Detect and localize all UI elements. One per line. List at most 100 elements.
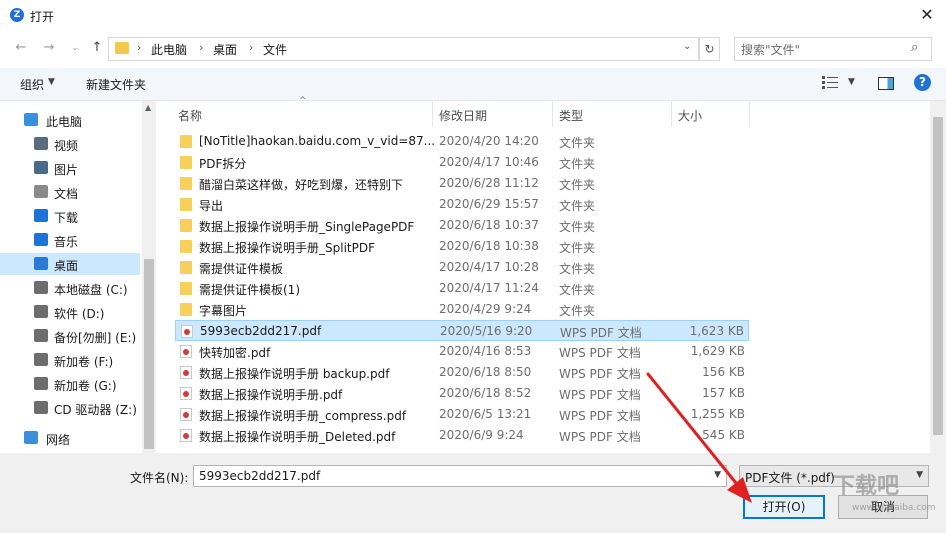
dialog-footer: 文件名(N): 5993ecb2dd217.pdf ▼ PDF文件 (*.pdf… (0, 453, 946, 533)
drive-icon (34, 305, 48, 318)
view-options-icon[interactable] (822, 76, 838, 89)
sidebar-item[interactable]: 网络 (0, 427, 140, 449)
help-icon[interactable]: ? (914, 74, 931, 91)
sidebar-item[interactable]: 新加卷 (F:) (0, 349, 140, 371)
sidebar-item[interactable]: 下载 (0, 205, 140, 227)
breadcrumb-separator-icon: › (199, 41, 204, 54)
breadcrumb-separator-icon: › (137, 41, 142, 54)
new-folder-button[interactable]: 新建文件夹 (86, 76, 146, 93)
sidebar-item[interactable]: 文档 (0, 181, 140, 203)
sidebar-item[interactable]: 视频 (0, 133, 140, 155)
address-bar[interactable]: › 此电脑 › 桌面 › 文件 ⌄ (108, 37, 699, 61)
sidebar-item-label: 新加卷 (F:) (54, 355, 114, 369)
column-divider[interactable] (432, 101, 433, 127)
pdf-file-icon (180, 387, 192, 400)
file-row[interactable]: 导出 2020/6/29 15:57 文件夹 (175, 194, 749, 215)
column-header-size[interactable]: 大小 (678, 107, 702, 124)
file-name: 数据上报操作说明手册 backup.pdf (199, 367, 390, 381)
file-name: 5993ecb2dd217.pdf (200, 324, 322, 338)
scrollbar-thumb[interactable] (933, 117, 943, 435)
watermark-logo: 下载吧 (833, 474, 900, 499)
video-icon (34, 137, 48, 150)
search-box[interactable]: 搜索"文件" ⌕ (734, 37, 932, 61)
cd-drive-icon (34, 401, 48, 414)
file-row[interactable]: 数据上报操作说明手册_SinglePagePDF 2020/6/18 10:37 文… (175, 215, 749, 236)
navigation-scrollbar[interactable]: ▲ (142, 101, 156, 453)
sidebar-item[interactable]: CD 驱动器 (Z:) (0, 397, 140, 419)
breadcrumb-this-pc[interactable]: 此电脑 (151, 41, 187, 58)
file-name: 醋溜白菜这样做，好吃到爆，还特别下 (199, 178, 404, 192)
file-size: 545 KB (702, 428, 745, 442)
search-icon[interactable]: ⌕ (911, 40, 918, 55)
column-divider[interactable] (552, 101, 553, 127)
file-name: 数据上报操作说明手册_Deleted.pdf (199, 430, 396, 444)
file-date: 2020/6/29 15:57 (439, 197, 539, 211)
file-date: 2020/4/20 14:20 (439, 134, 539, 148)
window-title: 打开 (30, 10, 55, 24)
file-row[interactable]: 数据上报操作说明手册 backup.pdf 2020/6/18 8:50 WPS P… (175, 362, 749, 383)
breadcrumb-desktop[interactable]: 桌面 (213, 41, 237, 58)
sidebar-item[interactable]: 新加卷 (G:) (0, 373, 140, 395)
file-row[interactable]: 数据上报操作说明手册.pdf 2020/6/18 8:52 WPS PDF 文档 15… (175, 383, 749, 404)
sidebar-item-label: 下载 (54, 211, 79, 225)
open-button[interactable]: 打开(O) (743, 495, 825, 519)
folder-icon (180, 219, 192, 232)
forward-icon[interactable]: → (40, 40, 58, 56)
file-name: 需提供证件模板(1) (199, 283, 300, 297)
file-row[interactable]: [NoTitle]haokan.baidu.com_v_vid=87... 202… (175, 131, 749, 152)
file-row[interactable]: 5993ecb2dd217.pdf 2020/5/16 9:20 WPS PDF 文… (175, 320, 749, 341)
file-row[interactable]: 数据上报操作说明手册_compress.pdf 2020/6/5 13:21 WPS… (175, 404, 749, 425)
file-list-scrollbar[interactable] (930, 101, 946, 453)
organize-button[interactable]: 组织 (20, 76, 44, 93)
search-placeholder: 搜索"文件" (741, 43, 801, 57)
file-type: 文件夹 (559, 220, 596, 234)
preview-pane-icon[interactable] (878, 77, 894, 90)
music-icon (34, 233, 48, 246)
sidebar-item[interactable]: 桌面 (0, 253, 140, 275)
file-row[interactable]: 需提供证件模板(1) 2020/4/17 11:24 文件夹 (175, 278, 749, 299)
file-row[interactable]: 快转加密.pdf 2020/4/16 8:53 WPS PDF 文档 1,629 KB (175, 341, 749, 362)
file-row[interactable]: 字幕图片 2020/4/29 9:24 文件夹 (175, 299, 749, 320)
file-row[interactable]: 数据上报操作说明手册_Deleted.pdf 2020/6/9 9:24 WPS P… (175, 425, 749, 446)
chevron-down-icon[interactable]: ▼ (848, 77, 855, 87)
sidebar-item[interactable]: 本地磁盘 (C:) (0, 277, 140, 299)
file-row[interactable]: 醋溜白菜这样做，好吃到爆，还特别下 2020/6/28 11:12 文件夹 (175, 173, 749, 194)
sidebar-item[interactable]: 图片 (0, 157, 140, 179)
scroll-up-icon[interactable]: ▲ (145, 103, 151, 112)
file-type: 文件夹 (559, 157, 596, 171)
file-row[interactable]: PDF拆分 2020/4/17 10:46 文件夹 (175, 152, 749, 173)
filename-input[interactable]: 5993ecb2dd217.pdf ▼ (193, 465, 727, 487)
sidebar-item[interactable]: 备份[勿删] (E:) (0, 325, 140, 347)
scrollbar-thumb[interactable] (144, 259, 154, 449)
title-bar: Z 打开 ✕ (0, 0, 946, 32)
sidebar-item-label: 备份[勿删] (E:) (54, 331, 137, 345)
sidebar-item[interactable]: 软件 (D:) (0, 301, 140, 323)
sidebar-item[interactable]: 此电脑 (0, 109, 140, 131)
file-type: 文件夹 (559, 178, 596, 192)
back-icon[interactable]: ← (12, 40, 30, 56)
column-header-name[interactable]: 名称 (178, 107, 202, 124)
file-row[interactable]: 需提供证件模板 2020/4/17 10:28 文件夹 (175, 257, 749, 278)
chevron-down-icon[interactable]: ▼ (916, 470, 923, 480)
desktop-icon (34, 257, 48, 270)
column-header-type[interactable]: 类型 (559, 107, 583, 124)
folder-icon (115, 42, 129, 54)
chevron-down-icon[interactable]: ▼ (714, 470, 721, 480)
sidebar-item[interactable]: 音乐 (0, 229, 140, 251)
pdf-file-icon (180, 345, 192, 358)
pdf-file-icon (181, 325, 193, 338)
column-header-date[interactable]: 修改日期 (439, 107, 487, 124)
address-dropdown-icon[interactable]: ⌄ (683, 41, 691, 52)
breadcrumb-files[interactable]: 文件 (263, 41, 287, 58)
chevron-down-icon[interactable]: ▼ (48, 77, 55, 87)
up-folder-icon[interactable]: ↑ (88, 40, 106, 56)
close-button[interactable]: ✕ (916, 4, 938, 26)
column-divider[interactable] (671, 101, 672, 127)
refresh-button[interactable]: ↻ (699, 37, 720, 61)
file-row[interactable]: 数据上报操作说明手册_SplitPDF 2020/6/18 10:38 文件夹 (175, 236, 749, 257)
column-divider[interactable] (749, 101, 750, 127)
file-type: 文件夹 (559, 241, 596, 255)
computer-icon (24, 113, 38, 126)
recent-locations-chevron-icon[interactable]: ⌄ (66, 40, 84, 56)
file-type: 文件夹 (559, 199, 596, 213)
